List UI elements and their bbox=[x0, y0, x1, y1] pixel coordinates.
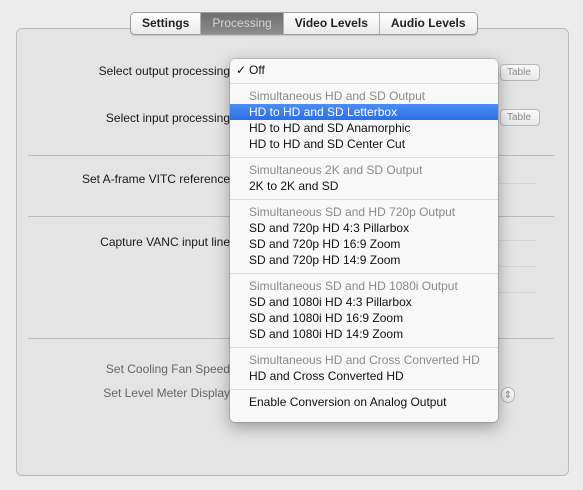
menu-item-1080-169-zoom[interactable]: SD and 1080i HD 16:9 Zoom bbox=[230, 310, 498, 326]
menu-item-1080-pillarbox[interactable]: SD and 1080i HD 4:3 Pillarbox bbox=[230, 294, 498, 310]
table-button[interactable]: Table bbox=[500, 64, 540, 81]
menu-separator bbox=[230, 273, 498, 274]
menu-item-720-pillarbox[interactable]: SD and 720p HD 4:3 Pillarbox bbox=[230, 220, 498, 236]
vanc-input-label: Capture VANC input line bbox=[100, 235, 230, 249]
menu-item-center-cut[interactable]: HD to HD and SD Center Cut bbox=[230, 136, 498, 152]
level-meter-label: Set Level Meter Display bbox=[103, 386, 230, 400]
menu-separator bbox=[230, 199, 498, 200]
menu-header: Simultaneous SD and HD 1080i Output bbox=[249, 279, 458, 293]
menu-item-anamorphic[interactable]: HD to HD and SD Anamorphic bbox=[230, 120, 498, 136]
tab-bar: Settings Processing Video Levels Audio L… bbox=[130, 12, 478, 35]
menu-item-720-149-zoom[interactable]: SD and 720p HD 14:9 Zoom bbox=[230, 252, 498, 268]
menu-separator bbox=[230, 83, 498, 84]
checkmark-icon: ✓ bbox=[236, 63, 247, 77]
menu-item-off[interactable]: ✓ Off bbox=[230, 62, 498, 78]
tab-audio-levels[interactable]: Audio Levels bbox=[380, 13, 477, 34]
menu-item-2k-sd[interactable]: 2K to 2K and SD bbox=[230, 178, 498, 194]
menu-header: Simultaneous 2K and SD Output bbox=[249, 163, 423, 177]
menu-item-label: Off bbox=[249, 63, 265, 77]
output-processing-menu[interactable]: ✓ Off Simultaneous HD and SD Output HD to… bbox=[230, 59, 498, 422]
menu-separator bbox=[230, 157, 498, 158]
menu-item-cross-converted[interactable]: HD and Cross Converted HD bbox=[230, 368, 498, 384]
tab-processing[interactable]: Processing bbox=[201, 13, 284, 34]
output-processing-label: Select output processing bbox=[98, 64, 230, 78]
background-line bbox=[498, 240, 536, 241]
cooling-fan-label: Set Cooling Fan Speed bbox=[105, 362, 230, 376]
menu-header: Simultaneous HD and Cross Converted HD bbox=[249, 353, 480, 367]
background-line bbox=[498, 183, 536, 184]
menu-item-720-169-zoom[interactable]: SD and 720p HD 16:9 Zoom bbox=[230, 236, 498, 252]
menu-header: Simultaneous SD and HD 720p Output bbox=[249, 205, 456, 219]
vitc-reference-label: Set A-frame VITC reference bbox=[81, 172, 230, 186]
background-line bbox=[498, 266, 536, 267]
tab-video-levels[interactable]: Video Levels bbox=[284, 13, 380, 34]
background-line bbox=[498, 292, 536, 293]
stepper-icon[interactable]: ⇕ bbox=[501, 387, 515, 403]
table-button[interactable]: Table bbox=[500, 109, 540, 126]
menu-item-1080-149-zoom[interactable]: SD and 1080i HD 14:9 Zoom bbox=[230, 326, 498, 342]
menu-header: Simultaneous HD and SD Output bbox=[249, 89, 426, 103]
input-processing-label: Select input processing bbox=[105, 111, 230, 125]
menu-separator bbox=[230, 389, 498, 390]
menu-separator bbox=[230, 347, 498, 348]
menu-item-analog-output[interactable]: Enable Conversion on Analog Output bbox=[230, 394, 498, 410]
tab-settings[interactable]: Settings bbox=[131, 13, 202, 34]
menu-item-letterbox[interactable]: HD to HD and SD Letterbox bbox=[230, 104, 498, 120]
